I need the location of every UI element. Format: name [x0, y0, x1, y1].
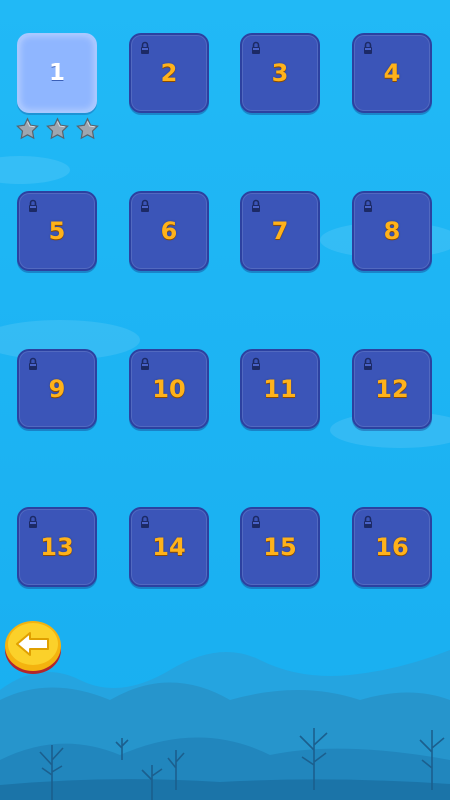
star-icon: [16, 117, 39, 140]
level-tile-9[interactable]: 9: [17, 349, 97, 429]
level-number: 7: [271, 217, 289, 245]
lock-icon: [29, 357, 37, 370]
level-number: 9: [48, 375, 66, 403]
lock-icon: [364, 41, 372, 54]
level-number: 13: [40, 533, 74, 561]
level-number: 15: [263, 533, 297, 561]
lock-icon: [364, 199, 372, 212]
level-tile-15[interactable]: 15: [240, 507, 320, 587]
level-tile-14[interactable]: 14: [129, 507, 209, 587]
level-tile-6[interactable]: 6: [129, 191, 209, 271]
level-tile-4[interactable]: 4: [352, 33, 432, 113]
level-tile-1[interactable]: 1: [17, 33, 97, 113]
level-number: 4: [383, 59, 401, 87]
level-tile-5[interactable]: 5: [17, 191, 97, 271]
star-icon: [76, 117, 99, 140]
lock-icon: [252, 199, 260, 212]
level-number: 11: [263, 375, 297, 403]
lock-icon: [364, 357, 372, 370]
level-tile-3[interactable]: 3: [240, 33, 320, 113]
ground: [0, 779, 450, 800]
lock-icon: [29, 515, 37, 528]
lock-icon: [252, 41, 260, 54]
level-number: 14: [152, 533, 186, 561]
level-tile-16[interactable]: 16: [352, 507, 432, 587]
level-tile-7[interactable]: 7: [240, 191, 320, 271]
level-number: 12: [375, 375, 409, 403]
level-number: 8: [383, 217, 401, 245]
level-number: 10: [152, 375, 186, 403]
level-tile-8[interactable]: 8: [352, 191, 432, 271]
level-number: 16: [375, 533, 409, 561]
lock-icon: [141, 41, 149, 54]
star-icon: [46, 117, 69, 140]
level-number: 5: [48, 217, 66, 245]
level-number: 3: [271, 59, 289, 87]
level-number: 6: [160, 217, 178, 245]
back-button[interactable]: [4, 619, 62, 675]
level-tile-12[interactable]: 12: [352, 349, 432, 429]
level-tile-11[interactable]: 11: [240, 349, 320, 429]
lock-icon: [364, 515, 372, 528]
lock-icon: [141, 357, 149, 370]
level-number: 2: [160, 59, 178, 87]
lock-icon: [252, 357, 260, 370]
lock-icon: [29, 199, 37, 212]
lock-icon: [141, 199, 149, 212]
level-tile-13[interactable]: 13: [17, 507, 97, 587]
lock-icon: [141, 515, 149, 528]
level-number: 1: [48, 60, 65, 86]
level-1-stars: [14, 117, 101, 141]
level-tile-2[interactable]: 2: [129, 33, 209, 113]
lock-icon: [252, 515, 260, 528]
level-tile-10[interactable]: 10: [129, 349, 209, 429]
